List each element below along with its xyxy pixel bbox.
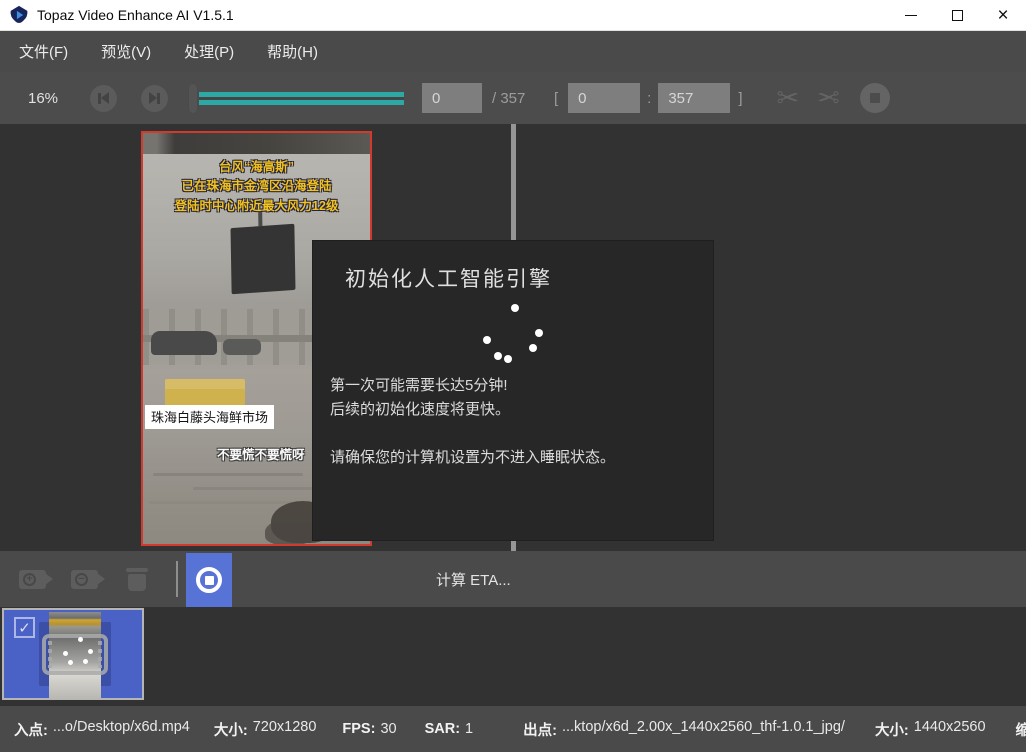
video-location-label: 珠海白藤头海鲜市场 (145, 405, 274, 429)
status-output-path: 出点: ...ktop/x6d_2.00x_1440x2560_thf-1.0.… (523, 719, 845, 740)
caption-line-3: 登陆时中心附近最大风力12级 (143, 197, 370, 216)
video-queue-item[interactable]: ✓ (2, 608, 144, 700)
video-flooded-car (151, 331, 217, 355)
skip-to-end-button[interactable] (141, 85, 168, 112)
timeline-slider-track[interactable] (199, 92, 404, 105)
status-bar: 入点: ...o/Desktop/x6d.mp4 大小: 720x1280 FP… (0, 706, 1026, 752)
add-video-button[interactable]: + (19, 570, 46, 589)
trim-out-scissors-icon[interactable]: ✂ (817, 85, 840, 112)
video-hanging-sign (231, 224, 296, 295)
processing-toolbar: + − 计算 ETA... (0, 551, 1026, 607)
current-frame-input[interactable] (422, 83, 482, 113)
trim-end-input[interactable] (658, 83, 730, 113)
add-video-icon: + (23, 573, 36, 586)
remove-video-button[interactable]: − (71, 570, 98, 589)
video-queue-strip: ✓ (0, 607, 1026, 706)
video-bridge-silhouette (143, 133, 370, 154)
video-checkbox[interactable]: ✓ (14, 617, 35, 638)
video-sub-caption: 不要慌不要慌呀 (217, 444, 305, 463)
caption-line-2: 已在珠海市金湾区沿海登陆 (143, 177, 370, 196)
ai-engine-init-dialog: 初始化人工智能引擎 第一次可能需要长达5分钟! 后续的初始化速度将更快。 请确保… (313, 241, 713, 540)
playback-toolbar: 16% / 357 [ : ] ✂ ✂ (0, 72, 1026, 124)
stop-processing-button[interactable] (186, 553, 232, 607)
minimize-icon (905, 15, 917, 16)
dialog-line-1: 第一次可能需要长达5分钟! (330, 374, 615, 398)
stop-playback-button[interactable] (860, 83, 890, 113)
trim-in-scissors-icon[interactable]: ✂ (777, 85, 800, 112)
main-preview-area: 台风“海高斯” 已在珠海市金湾区沿海登陆 登陆时中心附近最大风力12级 珠海白藤… (0, 124, 1026, 551)
zoom-level-label: 16% (28, 90, 66, 107)
close-button[interactable]: × (980, 0, 1026, 30)
timeline-slider-handle[interactable] (188, 83, 198, 114)
menu-help[interactable]: 帮助(H) (262, 37, 323, 66)
app-window: Topaz Video Enhance AI V1.5.1 × 文件(F) 预览… (0, 0, 1026, 752)
delete-button[interactable] (126, 567, 148, 591)
minimize-button[interactable] (888, 0, 934, 30)
video-caption-overlay: 台风“海高斯” 已在珠海市金湾区沿海登陆 登陆时中心附近最大风力12级 (143, 158, 370, 216)
menu-process[interactable]: 处理(P) (179, 37, 239, 66)
range-close-bracket: ] (738, 90, 742, 107)
status-input-path: 入点: ...o/Desktop/x6d.mp4 (14, 719, 190, 740)
video-water-streaks (153, 473, 303, 476)
skip-end-icon (149, 92, 160, 104)
trim-start-input[interactable] (568, 83, 640, 113)
stop-processing-icon (196, 567, 222, 593)
menu-preview[interactable]: 预览(V) (96, 37, 156, 66)
status-output-size: 大小: 1440x2560 (875, 719, 986, 740)
maximize-button[interactable] (934, 0, 980, 30)
status-sar: SAR: 1 (425, 721, 474, 737)
range-separator: : (647, 90, 651, 107)
menu-file[interactable]: 文件(F) (14, 37, 73, 66)
dialog-line-3: 请确保您的计算机设置为不进入睡眠状态。 (330, 446, 615, 470)
range-open-bracket: [ (554, 90, 558, 107)
app-logo-icon (9, 5, 29, 25)
remove-video-icon: − (75, 573, 88, 586)
trash-icon (126, 568, 148, 572)
filmstrip-icon (42, 634, 108, 675)
video-flooded-car-2 (223, 339, 261, 355)
dialog-line-2: 后续的初始化速度将更快。 (330, 398, 615, 422)
title-bar: Topaz Video Enhance AI V1.5.1 × (0, 0, 1026, 31)
total-frames-label: / 357 (492, 90, 536, 107)
toolbar-divider (176, 561, 178, 597)
timeline-slider[interactable] (188, 83, 404, 114)
skip-start-icon (98, 92, 109, 104)
status-fps: FPS: 30 (342, 721, 396, 737)
dialog-message: 第一次可能需要长达5分钟! 后续的初始化速度将更快。 请确保您的计算机设置为不进… (330, 374, 615, 470)
close-icon: × (997, 6, 1008, 25)
status-scale: 缩放: 200% (1016, 719, 1026, 740)
caption-line-1: 台风“海高斯” (143, 158, 370, 177)
window-title: Topaz Video Enhance AI V1.5.1 (37, 7, 234, 23)
menu-bar: 文件(F) 预览(V) 处理(P) 帮助(H) (0, 31, 1026, 72)
stop-icon (870, 93, 880, 103)
status-input-size: 大小: 720x1280 (214, 719, 317, 740)
skip-to-start-button[interactable] (90, 85, 117, 112)
eta-status-label: 计算 ETA... (436, 569, 511, 590)
maximize-icon (952, 10, 963, 21)
